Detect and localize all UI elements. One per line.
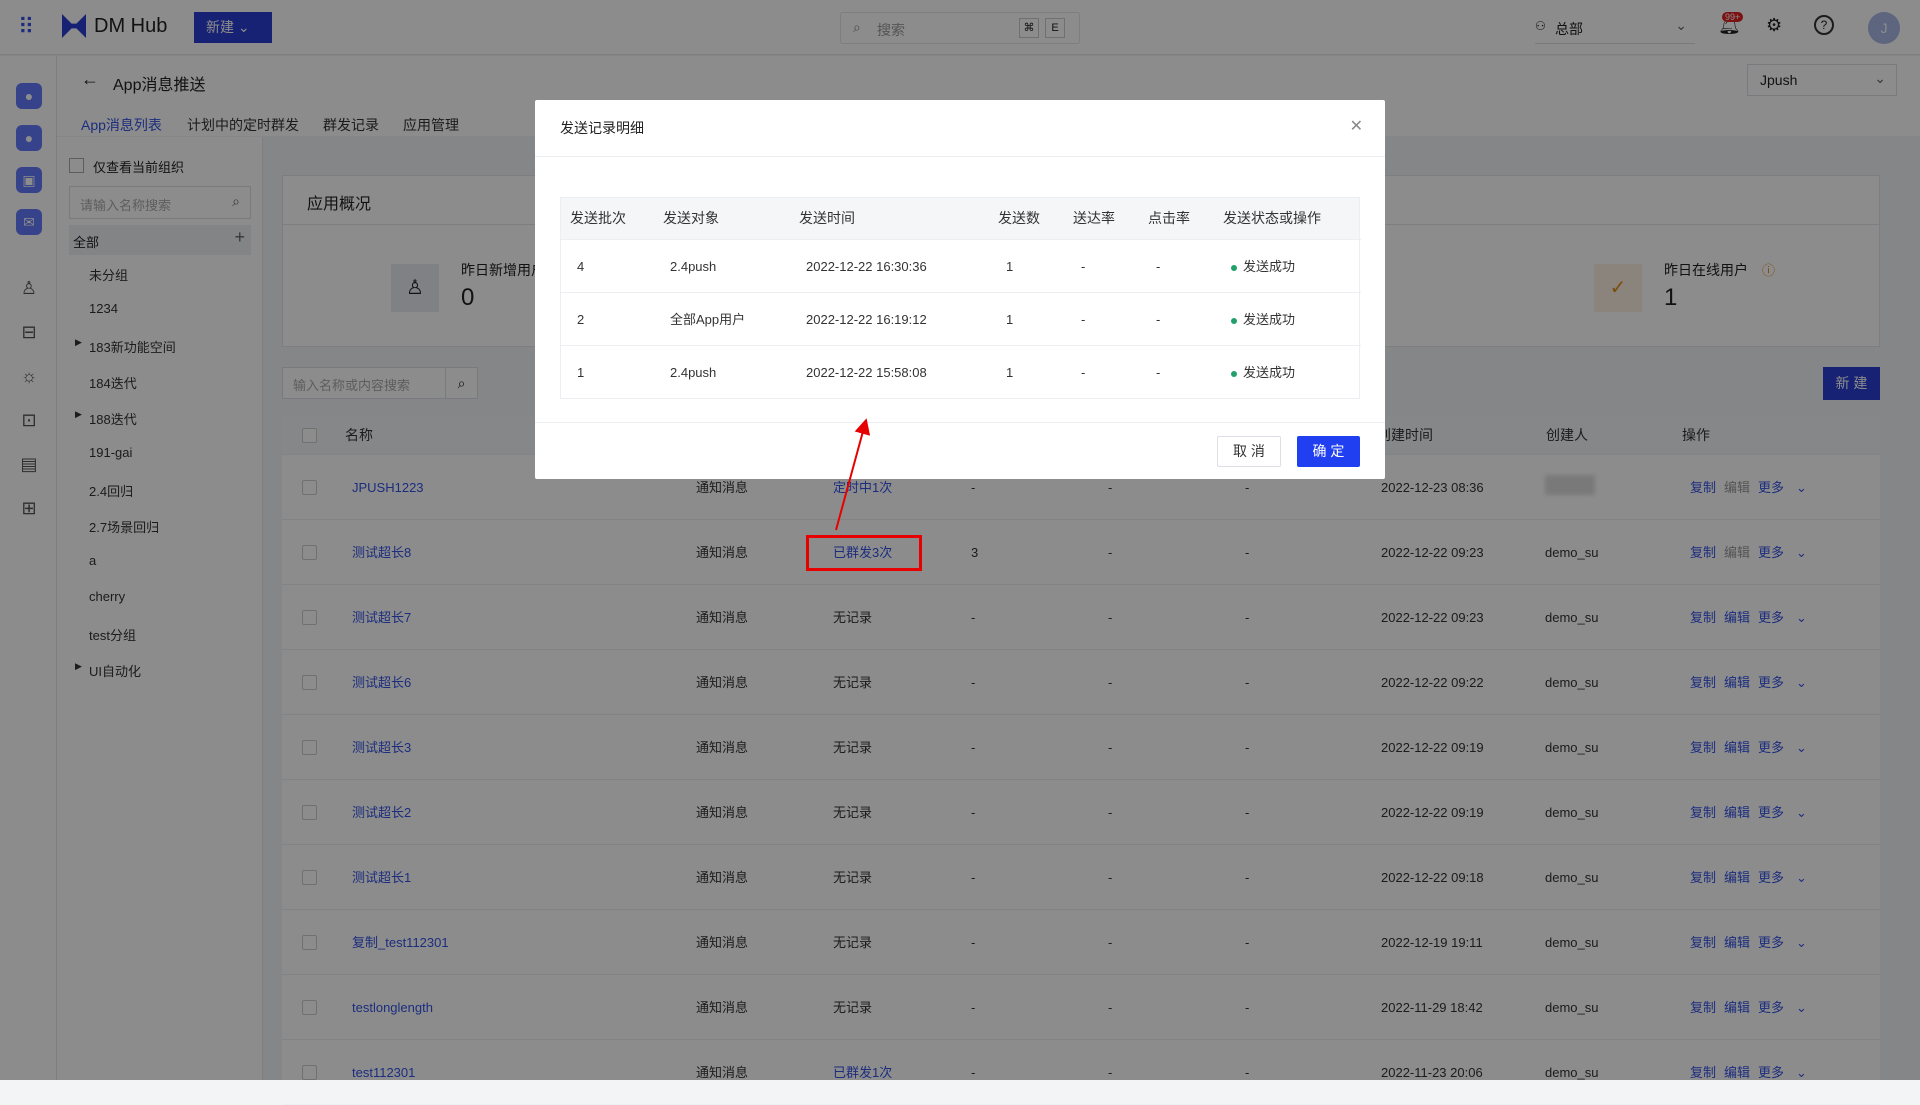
annotation-arrow — [835, 418, 871, 531]
